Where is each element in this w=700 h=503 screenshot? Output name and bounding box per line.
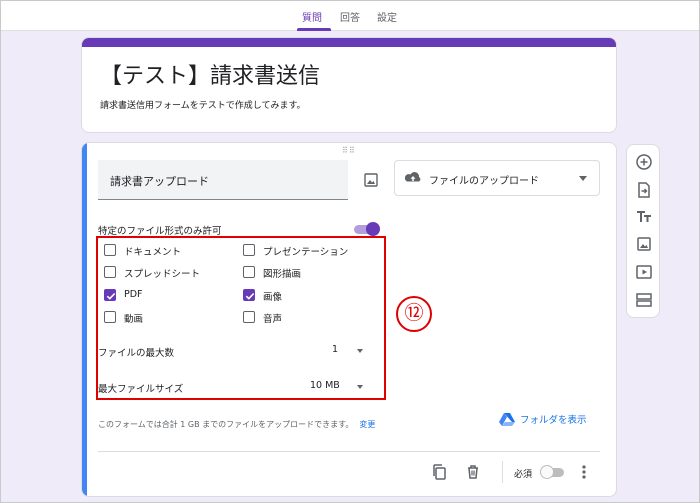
chevron-down-icon — [579, 176, 587, 181]
tab-questions[interactable]: 質問 — [302, 9, 322, 24]
title-card-accent-strip — [82, 38, 616, 47]
more-options-icon[interactable] — [578, 463, 590, 481]
question-type-dropdown[interactable]: ファイルのアップロード — [394, 160, 600, 196]
add-title-icon[interactable] — [635, 208, 653, 226]
drag-handle-icon[interactable]: ⠿⠿ — [342, 146, 356, 155]
toggle-thumb — [540, 465, 554, 479]
add-section-icon[interactable] — [635, 291, 653, 309]
cloud-upload-icon — [403, 170, 423, 190]
top-tab-bar: 質問 回答 設定 — [1, 1, 699, 31]
active-tab-indicator — [297, 28, 331, 31]
add-image-icon[interactable] — [635, 235, 653, 253]
question-type-label: ファイルのアップロード — [429, 176, 539, 187]
question-title-field[interactable]: 請求書アップロード — [98, 160, 348, 200]
delete-icon[interactable] — [464, 463, 482, 481]
active-question-indicator — [82, 143, 87, 496]
import-questions-icon[interactable] — [635, 181, 653, 199]
google-drive-icon — [499, 413, 515, 426]
question-title-text: 請求書アップロード — [110, 175, 209, 188]
specific-file-types-toggle[interactable] — [352, 222, 380, 236]
form-title[interactable]: 【テスト】請求書送信 — [100, 58, 320, 90]
required-label: 必須 — [514, 470, 533, 480]
add-video-icon[interactable] — [635, 263, 653, 281]
form-description[interactable]: 請求書送信用フォームをテストで作成してみます。 — [100, 98, 306, 111]
form-title-card[interactable]: 【テスト】請求書送信 請求書送信用フォームをテストで作成してみます。 — [81, 37, 617, 133]
change-limit-link[interactable]: 変更 — [359, 420, 375, 429]
footer-separator — [502, 461, 503, 483]
duplicate-icon[interactable] — [430, 463, 448, 481]
specific-file-types-label: 特定のファイル形式のみ許可 — [98, 226, 222, 237]
view-folder-link[interactable]: フォルダを表示 — [498, 411, 587, 427]
annotation-highlight-box — [96, 236, 386, 400]
toggle-thumb — [366, 222, 380, 236]
add-image-to-question-icon[interactable] — [360, 169, 382, 191]
view-folder-label: フォルダを表示 — [520, 415, 587, 426]
upload-limit-note: このフォームでは合計 1 GB までのファイルをアップロードできます。 変更 — [98, 419, 375, 430]
upload-limit-text: このフォームでは合計 1 GB までのファイルをアップロードできます。 — [98, 420, 354, 429]
tab-responses[interactable]: 回答 — [340, 9, 360, 24]
required-toggle[interactable] — [540, 465, 568, 479]
tab-settings[interactable]: 設定 — [377, 9, 397, 24]
add-question-icon[interactable] — [635, 153, 653, 171]
annotation-marker: ⑫ — [396, 296, 432, 332]
footer-divider — [98, 451, 600, 452]
floating-toolbar — [626, 144, 660, 318]
